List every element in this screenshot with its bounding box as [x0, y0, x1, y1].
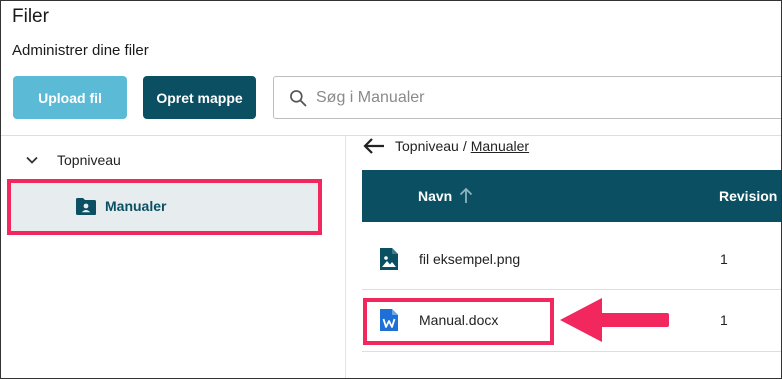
- file-name[interactable]: fil eksempel.png: [419, 251, 520, 267]
- table-row[interactable]: fil eksempel.png 1: [362, 223, 781, 290]
- create-folder-button[interactable]: Opret mappe: [143, 76, 256, 119]
- upload-file-button[interactable]: Upload fil: [13, 76, 127, 119]
- search-input[interactable]: Søg i Manualer: [273, 76, 781, 119]
- tree-root-label: Topniveau: [57, 152, 121, 168]
- file-revision: 1: [720, 251, 728, 267]
- page-subtitle: Administrer dine filer: [12, 42, 149, 59]
- breadcrumb-separator: /: [462, 138, 467, 154]
- file-manager-window: Filer Administrer dine filer Upload fil …: [0, 0, 782, 379]
- breadcrumb: Topniveau / Manualer: [395, 138, 529, 154]
- pointer-arrow-icon: [560, 298, 669, 342]
- image-file-icon: [380, 248, 398, 270]
- search-placeholder: Søg i Manualer: [316, 88, 425, 106]
- file-highlight-box: [363, 298, 554, 345]
- breadcrumb-root[interactable]: Topniveau: [395, 138, 459, 154]
- breadcrumb-current[interactable]: Manualer: [471, 138, 529, 154]
- header-divider: [1, 135, 781, 136]
- panel-divider: [345, 136, 346, 378]
- arrow-left-icon[interactable]: [363, 138, 385, 154]
- chevron-down-icon[interactable]: [25, 153, 39, 167]
- file-revision: 1: [720, 312, 728, 328]
- column-header-name[interactable]: Navn: [418, 188, 452, 204]
- shared-folder-icon: [76, 198, 96, 215]
- tree-item-label: Manualer: [105, 198, 167, 214]
- search-icon: [290, 89, 307, 106]
- tree-item-manualer[interactable]: Manualer: [7, 179, 322, 235]
- page-title: Filer: [12, 6, 49, 27]
- tree-root-topniveau[interactable]: Topniveau: [25, 149, 121, 171]
- table-header: Navn Revision: [362, 170, 781, 222]
- column-header-revision[interactable]: Revision: [719, 188, 777, 204]
- arrow-up-icon[interactable]: [458, 186, 474, 204]
